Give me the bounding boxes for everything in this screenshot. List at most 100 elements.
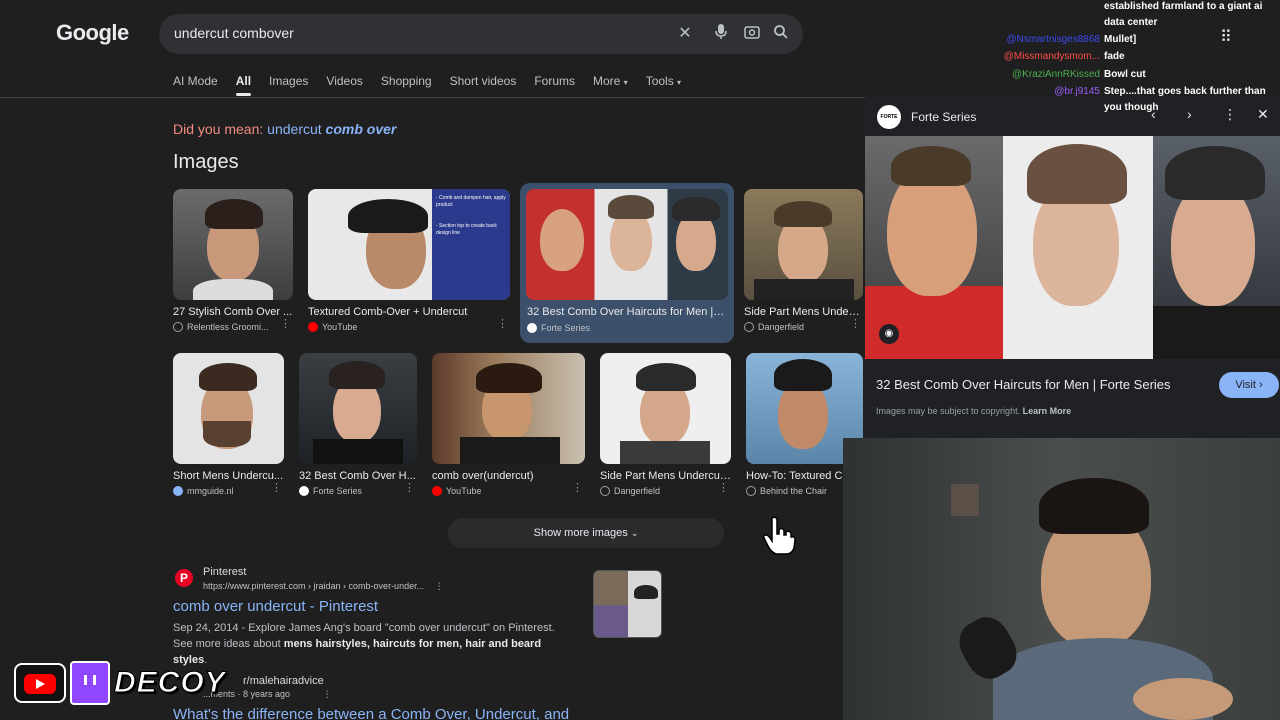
- tab-shopping[interactable]: Shopping: [381, 74, 432, 96]
- image-source-label: Forte Series: [313, 486, 363, 496]
- visit-button[interactable]: Visit ›: [1219, 372, 1279, 398]
- more-options-icon[interactable]: ⋮: [572, 481, 583, 494]
- more-options-icon[interactable]: ⋮: [435, 581, 444, 591]
- stream-branding: DECOY: [14, 661, 250, 705]
- chat-username: @br.j9145: [1054, 86, 1100, 97]
- copyright-text: Images may be subject to copyright.: [876, 406, 1021, 416]
- image-thumbnail[interactable]: [299, 353, 417, 464]
- tab-all[interactable]: All: [235, 74, 252, 96]
- more-options-icon[interactable]: ⋮: [404, 481, 415, 494]
- close-icon[interactable]: ✕: [675, 24, 695, 44]
- image-result[interactable]: - Comb and dampen hair, apply product - …: [308, 189, 510, 332]
- learn-more-link[interactable]: Learn More: [1023, 406, 1072, 416]
- search-input[interactable]: undercut combover: [174, 25, 294, 41]
- image-thumbnail[interactable]: [173, 353, 284, 464]
- image-result[interactable]: comb over(undercut) YouTube ⋮: [432, 353, 585, 496]
- image-title[interactable]: 32 Best Comb Over Haircuts for Men | F..…: [527, 306, 727, 318]
- panel-title[interactable]: 32 Best Comb Over Haircuts for Men | For…: [876, 377, 1171, 392]
- image-source[interactable]: Forte Series: [527, 323, 590, 333]
- close-icon[interactable]: ✕: [1257, 106, 1269, 123]
- chevron-right-icon: ›: [1258, 379, 1263, 391]
- google-logo[interactable]: Google: [56, 20, 129, 46]
- chat-message: you though: [1104, 102, 1159, 113]
- mic-icon[interactable]: [711, 24, 731, 44]
- image-source[interactable]: Forte Series: [299, 486, 417, 496]
- search-box[interactable]: undercut combover ✕: [159, 14, 803, 54]
- result-site-name[interactable]: Pinterest: [203, 566, 246, 578]
- result-url-text: https://www.pinterest.com › jraidan › co…: [203, 581, 425, 591]
- image-title[interactable]: Textured Comb-Over + Undercut: [308, 306, 510, 318]
- image-source[interactable]: Relentless Groomi...: [173, 322, 293, 332]
- tab-images[interactable]: Images: [269, 74, 308, 96]
- suggest-bold: comb over: [325, 121, 397, 137]
- image-thumbnail[interactable]: [526, 189, 728, 300]
- preview-image[interactable]: ◉: [865, 136, 1280, 359]
- show-more-label: Show more images: [533, 527, 628, 539]
- more-options-icon[interactable]: ⋮: [497, 317, 508, 330]
- image-source-label: Dangerfield: [758, 322, 805, 332]
- result-url[interactable]: https://www.pinterest.com › jraidan › co…: [203, 581, 444, 592]
- more-options-icon[interactable]: ⋮: [323, 689, 332, 699]
- tab-tools[interactable]: Tools ▾: [646, 74, 681, 96]
- tab-short-videos[interactable]: Short videos: [450, 74, 517, 96]
- suggest-normal: undercut: [267, 121, 322, 137]
- search-icon[interactable]: [771, 24, 791, 44]
- result-site-name[interactable]: r/malehairadvice: [243, 675, 324, 687]
- image-thumbnail[interactable]: [600, 353, 731, 464]
- image-result[interactable]: 32 Best Comb Over H... Forte Series ⋮: [299, 353, 417, 496]
- image-source[interactable]: mmguide.nl: [173, 486, 284, 496]
- tab-tools-label: Tools: [645, 74, 674, 88]
- panel-source-name[interactable]: Forte Series: [911, 110, 976, 124]
- image-title[interactable]: Side Part Mens Underc...: [744, 306, 863, 318]
- image-source[interactable]: Dangerfield: [744, 322, 863, 332]
- result-title-link[interactable]: What's the difference between a Comb Ove…: [173, 706, 569, 720]
- image-title[interactable]: comb over(undercut): [432, 470, 585, 482]
- search-tabs: AI Mode All Images Videos Shopping Short…: [173, 74, 699, 96]
- image-source[interactable]: YouTube: [308, 322, 510, 332]
- tab-forums[interactable]: Forums: [534, 74, 575, 96]
- image-title[interactable]: 27 Stylish Comb Over ...: [173, 306, 293, 318]
- image-source-label: Dangerfield: [614, 486, 661, 496]
- result-thumbnail[interactable]: [593, 570, 662, 638]
- image-result[interactable]: Side Part Mens Undercut... Dangerfield ⋮: [600, 353, 731, 496]
- tab-ai-mode[interactable]: AI Mode: [173, 74, 218, 96]
- youtube-icon: [308, 322, 318, 332]
- image-thumbnail[interactable]: [744, 189, 863, 300]
- more-options-icon[interactable]: ⋮: [850, 317, 861, 330]
- chat-message: Step....that goes back further than: [1104, 86, 1266, 97]
- chat-message: data center: [1104, 17, 1158, 28]
- apps-grid-icon[interactable]: ⠿: [1220, 27, 1232, 47]
- image-source[interactable]: YouTube: [432, 486, 585, 496]
- overlay-text-2: - Section top to create back design line: [436, 223, 497, 236]
- image-source-label: Relentless Groomi...: [187, 322, 269, 332]
- more-options-icon[interactable]: ⋮: [271, 481, 282, 494]
- lens-icon[interactable]: ◉: [879, 324, 899, 344]
- image-result[interactable]: 27 Stylish Comb Over ... Relentless Groo…: [173, 189, 293, 332]
- image-thumbnail[interactable]: - Comb and dampen hair, apply product - …: [308, 189, 510, 300]
- image-result[interactable]: Side Part Mens Underc... Dangerfield ⋮: [744, 189, 863, 332]
- image-result[interactable]: Short Mens Undercu... mmguide.nl ⋮: [173, 353, 284, 496]
- show-more-images-button[interactable]: Show more images ⌄: [448, 518, 724, 548]
- more-options-icon[interactable]: ⋮: [1223, 106, 1237, 123]
- image-thumbnail[interactable]: [432, 353, 585, 464]
- tab-videos[interactable]: Videos: [326, 74, 362, 96]
- tab-more[interactable]: More ▾: [593, 74, 628, 96]
- hand-cursor-icon: [762, 516, 796, 565]
- overlay-text-1: - Comb and dampen hair, apply product: [436, 195, 506, 208]
- image-result-selected[interactable]: 32 Best Comb Over Haircuts for Men | F..…: [520, 183, 734, 343]
- source-icon: [527, 323, 537, 333]
- lens-icon[interactable]: [742, 24, 762, 44]
- image-source[interactable]: Dangerfield: [600, 486, 731, 496]
- more-options-icon[interactable]: ⋮: [280, 317, 291, 330]
- image-title[interactable]: 32 Best Comb Over H...: [299, 470, 417, 482]
- image-title[interactable]: Short Mens Undercu...: [173, 470, 284, 482]
- more-options-icon[interactable]: ⋮: [718, 481, 729, 494]
- image-title[interactable]: Side Part Mens Undercut...: [600, 470, 731, 482]
- chat-message: fade: [1104, 51, 1125, 62]
- chat-message: established farmland to a giant ai: [1104, 1, 1263, 12]
- panel-header: FORTE Forte Series: [877, 105, 976, 129]
- result-title-link[interactable]: comb over undercut - Pinterest: [173, 598, 378, 615]
- chevron-right-icon[interactable]: ›: [1187, 106, 1192, 122]
- did-you-mean-link[interactable]: undercut comb over: [267, 121, 396, 137]
- image-thumbnail[interactable]: [173, 189, 293, 300]
